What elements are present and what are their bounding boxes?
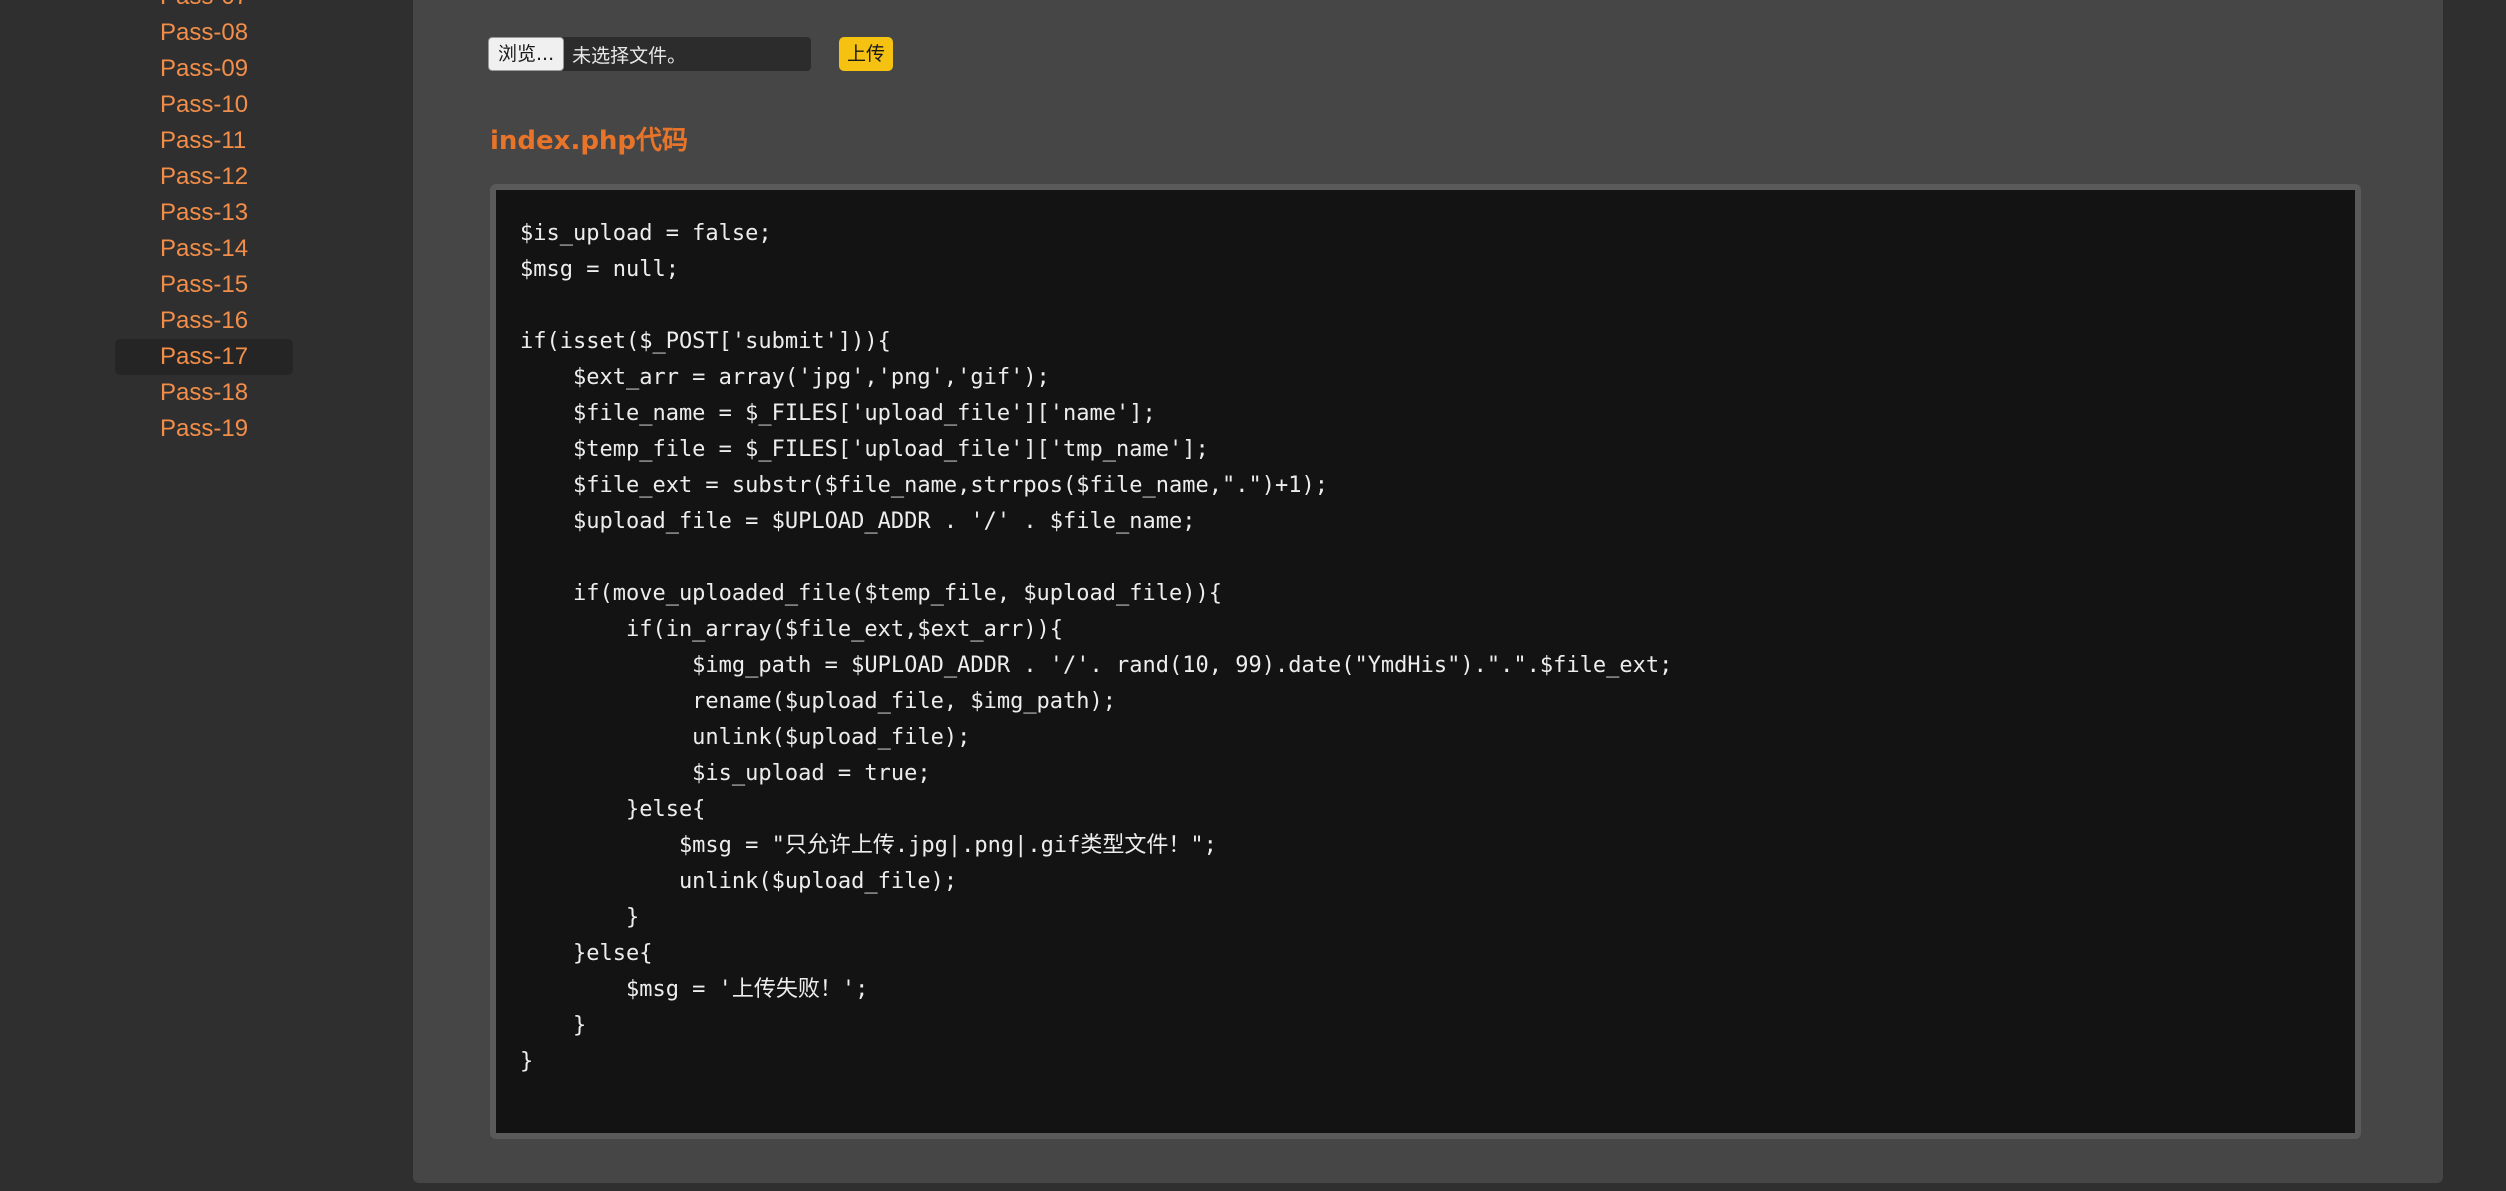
code-line: $file_name = $_FILES['upload_file']['nam… — [520, 401, 1156, 426]
sidebar-item-pass-10[interactable]: Pass-10 — [115, 87, 293, 123]
upload-form: 浏览... 未选择文件。 上传 — [488, 37, 894, 71]
code-line: if(isset($_POST['submit'])){ — [520, 329, 891, 354]
sidebar-item-pass-13[interactable]: Pass-13 — [115, 195, 293, 231]
code-line: $is_upload = false; — [520, 221, 772, 246]
sidebar-menu: Pass-07 Pass-08 Pass-09 Pass-10 Pass-11 … — [115, 0, 293, 447]
code-line: if(in_array($file_ext,$ext_arr)){ — [520, 617, 1064, 642]
code-line: $upload_file = $UPLOAD_ADDR . '/' . $fil… — [520, 509, 1196, 534]
code-line: } — [520, 1013, 587, 1038]
code-block: $is_upload = false; $msg = null; if(isse… — [490, 184, 2361, 1139]
code-line: } — [520, 905, 640, 930]
code-line: $msg = '上传失败！'; — [520, 977, 869, 1002]
code-line: }else{ — [520, 941, 653, 966]
code-line: $msg = "只允许上传.jpg|.png|.gif类型文件！"; — [520, 833, 1217, 858]
code-line: $ext_arr = array('jpg','png','gif'); — [520, 365, 1050, 390]
sidebar-item-pass-11[interactable]: Pass-11 — [115, 123, 293, 159]
file-status-text: 未选择文件。 — [572, 44, 687, 67]
page: Pass-07 Pass-08 Pass-09 Pass-10 Pass-11 … — [0, 0, 2506, 1191]
code-line: $file_ext = substr($file_name,strrpos($f… — [520, 473, 1328, 498]
sidebar-item-pass-16[interactable]: Pass-16 — [115, 303, 293, 339]
sidebar-item-pass-09[interactable]: Pass-09 — [115, 51, 293, 87]
code-line: } — [520, 1049, 534, 1074]
code-line: if(move_uploaded_file($temp_file, $uploa… — [520, 581, 1222, 606]
code-text: $is_upload = false; $msg = null; if(isse… — [496, 190, 2355, 1080]
upload-button[interactable]: 上传 — [839, 37, 894, 71]
code-line: unlink($upload_file); — [520, 725, 971, 750]
code-line: $msg = null; — [520, 257, 679, 282]
code-line: rename($upload_file, $img_path); — [520, 689, 1117, 714]
file-input[interactable]: 浏览... 未选择文件。 — [488, 37, 811, 71]
code-line: unlink($upload_file); — [520, 869, 958, 894]
code-line: $temp_file = $_FILES['upload_file']['tmp… — [520, 437, 1209, 462]
sidebar-item-pass-14[interactable]: Pass-14 — [115, 231, 293, 267]
sidebar-item-pass-08[interactable]: Pass-08 — [115, 15, 293, 51]
sidebar-item-pass-15[interactable]: Pass-15 — [115, 267, 293, 303]
sidebar: Pass-07 Pass-08 Pass-09 Pass-10 Pass-11 … — [0, 0, 413, 1191]
sidebar-item-pass-07[interactable]: Pass-07 — [115, 0, 293, 15]
code-line: $is_upload = true; — [520, 761, 931, 786]
code-title: index.php代码 — [490, 126, 689, 156]
browse-button[interactable]: 浏览... — [488, 37, 565, 71]
sidebar-item-pass-18[interactable]: Pass-18 — [115, 375, 293, 411]
sidebar-item-pass-19[interactable]: Pass-19 — [115, 411, 293, 447]
sidebar-item-pass-17[interactable]: Pass-17 — [115, 339, 293, 375]
code-line: $img_path = $UPLOAD_ADDR . '/'. rand(10,… — [520, 653, 1673, 678]
main-panel: 浏览... 未选择文件。 上传 index.php代码 $is_upload =… — [413, 0, 2443, 1183]
code-line: }else{ — [520, 797, 706, 822]
sidebar-item-pass-12[interactable]: Pass-12 — [115, 159, 293, 195]
